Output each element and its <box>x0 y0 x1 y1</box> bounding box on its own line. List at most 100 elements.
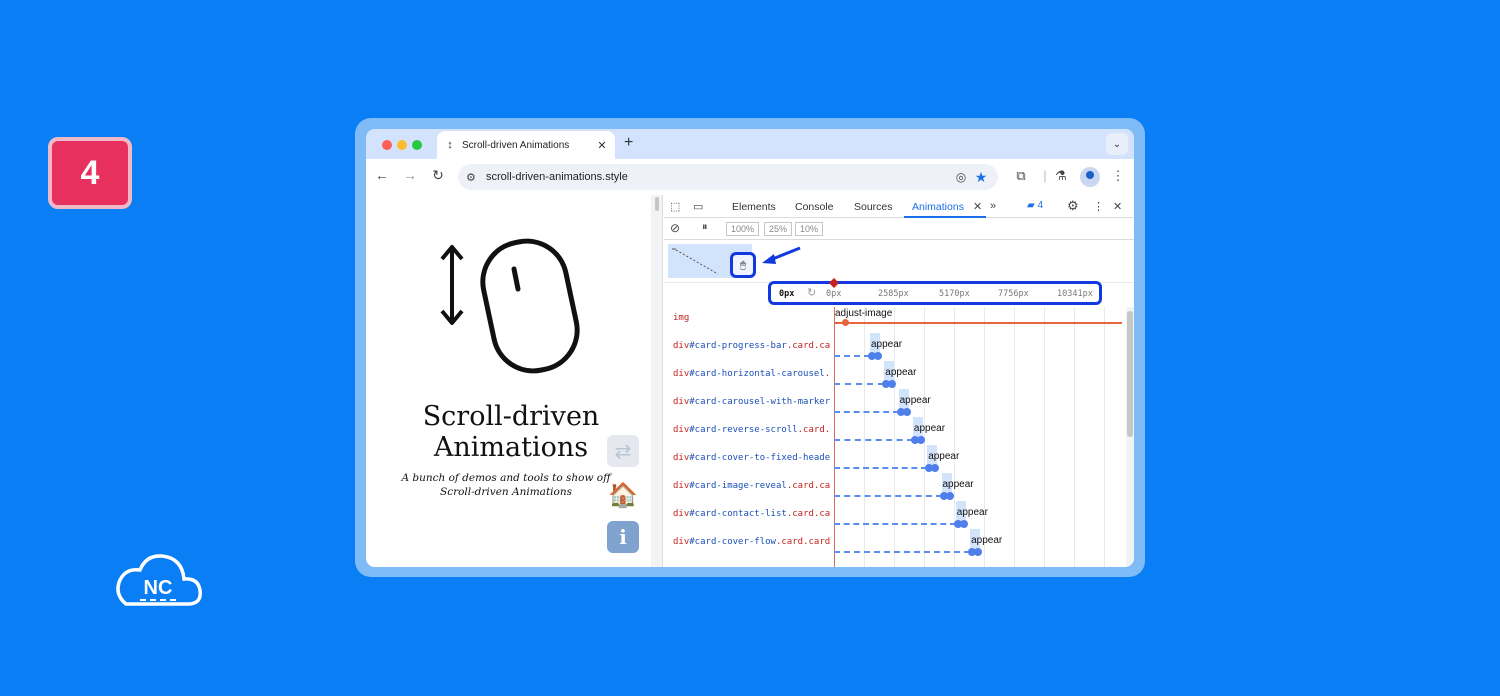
keyframe-dot[interactable] <box>945 492 954 500</box>
animation-row[interactable]: div#card-progress-bar.card.ca appear <box>664 333 1124 363</box>
close-panel-icon[interactable]: ✕ <box>973 200 982 213</box>
keyframe-dot[interactable] <box>874 352 882 360</box>
maximize-window-icon[interactable] <box>412 140 422 150</box>
row-selector: div#card-image-reveal.card.ca <box>673 481 836 491</box>
speed-100-button[interactable]: 100% <box>726 222 760 236</box>
keyframe-dot[interactable] <box>959 520 968 528</box>
selector-id: #card-carousel-with-marker <box>689 397 831 407</box>
pause-all-icon[interactable]: ⏸ <box>702 221 708 234</box>
row-selector: div#card-carousel-with-marker <box>673 397 836 407</box>
animation-name: appear <box>956 507 988 518</box>
scroll-mouse-icon <box>440 238 580 374</box>
close-tab-icon[interactable]: ✕ <box>595 139 609 152</box>
page-subtitle-line2: Scroll-driven Animations <box>440 486 572 498</box>
animation-row[interactable]: div#card-carousel-with-marker appear <box>664 389 1124 419</box>
devtools-menu-icon[interactable]: ⋮ <box>1093 200 1104 213</box>
profile-avatar[interactable] <box>1080 167 1100 187</box>
tab-elements[interactable]: Elements <box>732 201 776 213</box>
clear-all-icon[interactable]: ⊘ <box>670 221 680 235</box>
timeline-scrollbar[interactable] <box>1126 307 1134 567</box>
animation-bar[interactable] <box>834 322 1122 324</box>
selector-id: #card-cover-flow <box>689 537 776 547</box>
page-title-line2: Animations <box>433 432 589 463</box>
animation-delay-line <box>834 523 956 525</box>
animation-delay-line <box>834 411 899 413</box>
address-bar[interactable]: ⚙ scroll-driven-animations.style ◎ ★ <box>458 164 998 190</box>
forward-icon[interactable]: → <box>400 167 420 183</box>
current-offset-label: 0px <box>779 289 795 299</box>
scrollbar-thumb[interactable] <box>655 197 659 211</box>
tab-search-chevron-icon[interactable]: ⌄ <box>1106 133 1128 155</box>
settings-gear-icon[interactable]: ⚙ <box>1067 198 1079 214</box>
selector-cls: .card.ca <box>786 481 831 491</box>
animation-row[interactable]: div#card-contact-list.card.ca appear <box>664 501 1124 531</box>
close-devtools-icon[interactable]: ✕ <box>1113 200 1122 213</box>
inspect-element-icon[interactable]: ⬚ <box>670 200 680 213</box>
page-title-line1: Scroll-driven <box>422 401 600 432</box>
keyframe-dot[interactable] <box>902 408 911 416</box>
animation-row[interactable]: div#card-cover-to-fixed-heade appear <box>664 445 1124 475</box>
tab-sources[interactable]: Sources <box>854 201 893 213</box>
ruler-mark-0: 0px <box>826 289 842 299</box>
replay-icon[interactable]: ↻ <box>807 286 816 299</box>
ruler-mark-1: 2585px <box>878 289 909 299</box>
browser-toolbar: ← → ↻ ⚙ scroll-driven-animations.style ◎… <box>366 159 1134 195</box>
keyframe-dot[interactable] <box>974 548 983 556</box>
more-tabs-icon[interactable]: » <box>990 200 996 212</box>
row-selector: div#card-cover-flow.card.card <box>673 537 836 547</box>
browser-tab[interactable]: ↕ Scroll-driven Animations ✕ <box>437 131 615 159</box>
extensions-icon[interactable]: ⧉ <box>1012 168 1030 184</box>
minimize-window-icon[interactable] <box>397 140 407 150</box>
eye-off-icon[interactable]: ◎ <box>952 170 970 184</box>
info-button[interactable]: i <box>607 521 639 553</box>
scroll-driven-badge[interactable]: 🖱 <box>730 252 756 278</box>
ruler-mark-3: 7756px <box>998 289 1029 299</box>
shuffle-button[interactable]: ⇄ <box>607 435 639 467</box>
site-info-icon[interactable]: ⚙ <box>466 171 480 184</box>
page-subtitle: A bunch of demos and tools to show off S… <box>396 471 616 499</box>
labs-flask-icon[interactable]: ⚗ <box>1052 168 1070 184</box>
page-title: Scroll-driven Animations <box>406 401 616 463</box>
keyframe-dot[interactable] <box>842 319 849 326</box>
animation-row[interactable]: div#card-horizontal-carousel. appear <box>664 361 1124 391</box>
url-text: scroll-driven-animations.style <box>486 171 628 183</box>
keyframe-dot[interactable] <box>888 380 897 388</box>
tab-animations[interactable]: Animations <box>912 201 964 213</box>
issues-icon: ▰ <box>1027 200 1035 211</box>
animations-toolbar: ⊘ ⏸ 100% 25% 10% <box>664 218 1134 240</box>
close-window-icon[interactable] <box>382 140 392 150</box>
new-tab-icon[interactable]: + <box>624 134 633 152</box>
animation-delay-line <box>834 355 870 357</box>
speed-10-button[interactable]: 10% <box>795 222 824 236</box>
selector-id: #card-horizontal-carousel <box>689 369 825 379</box>
back-icon[interactable]: ← <box>372 167 392 183</box>
device-toolbar-icon[interactable]: ▭ <box>693 200 703 213</box>
animation-row[interactable]: div#card-reverse-scroll.card. appear <box>664 417 1124 447</box>
animation-row[interactable]: img adjust-image <box>664 307 1124 335</box>
animation-delay-line <box>834 551 971 553</box>
bookmark-star-icon[interactable]: ★ <box>970 169 992 186</box>
mouse-icon: 🖱 <box>740 259 746 271</box>
issues-count: 4 <box>1037 200 1044 211</box>
selector-cls: .card.ca <box>786 341 831 351</box>
selector-id: #card-cover-to-fixed-heade <box>689 453 831 463</box>
timeline-scrollbar-thumb[interactable] <box>1127 311 1133 437</box>
scroll-timeline-ruler[interactable]: 0px ↻ 0px 2585px 5170px 7756px 10341px <box>768 281 1102 305</box>
page-scrollbar[interactable] <box>651 195 663 567</box>
page-subtitle-line1: A bunch of demos and tools to show off <box>401 472 611 484</box>
selector-tag: div <box>673 537 690 547</box>
speed-25-button[interactable]: 25% <box>764 222 793 236</box>
browser-menu-icon[interactable]: ⋮ <box>1109 168 1127 184</box>
animation-rows: img adjust-image div#card-progress-bar.car… <box>664 307 1134 567</box>
keyframe-dot[interactable] <box>931 464 940 472</box>
playhead-marker-icon[interactable] <box>829 278 839 288</box>
keyframe-dot[interactable] <box>916 436 925 444</box>
issues-badge[interactable]: ▰ 4 <box>1027 200 1043 211</box>
animation-row[interactable]: div#card-image-reveal.card.ca appear <box>664 473 1124 503</box>
tab-console[interactable]: Console <box>795 201 834 213</box>
selector-tag: div <box>673 509 690 519</box>
animation-name: appear <box>871 339 903 350</box>
animation-row[interactable]: div#card-cover-flow.card.card appear <box>664 529 1124 559</box>
home-button[interactable]: 🏠 <box>607 479 639 511</box>
reload-icon[interactable]: ↻ <box>428 167 448 184</box>
